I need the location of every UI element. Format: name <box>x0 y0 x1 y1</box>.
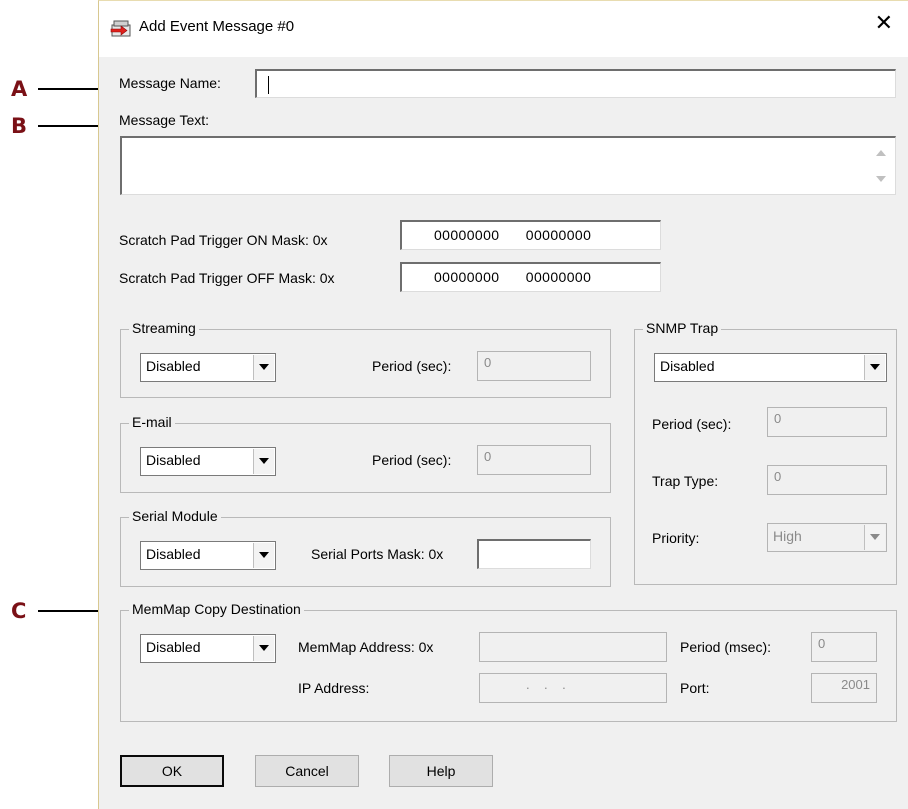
close-icon[interactable]: ✕ <box>875 13 893 35</box>
memmap-address-input[interactable] <box>479 632 667 662</box>
chevron-down-icon <box>259 552 269 558</box>
add-event-message-dialog: Add Event Message #0 ✕ Message Name: Mes… <box>98 0 908 809</box>
snmp-mode-value: Disabled <box>660 358 715 374</box>
chevron-down-icon <box>870 534 880 540</box>
email-mode-select[interactable]: Disabled <box>140 447 276 476</box>
memmap-period-value: 0 <box>818 636 826 651</box>
serial-dropdown-button[interactable] <box>253 543 274 568</box>
add-event-message-icon <box>110 20 131 37</box>
serial-module-group-title: Serial Module <box>129 508 221 524</box>
message-name-input[interactable] <box>255 69 896 98</box>
snmp-priority-dropdown-button[interactable] <box>864 525 885 550</box>
memmap-copy-group: MemMap Copy Destination <box>120 601 897 722</box>
scratch-pad-on-label: Scratch Pad Trigger ON Mask: 0x <box>119 232 328 248</box>
callout-b: B <box>11 114 28 138</box>
chevron-down-icon <box>259 364 269 370</box>
memmap-period-input[interactable]: 0 <box>811 632 877 662</box>
ok-button[interactable]: OK <box>120 755 224 787</box>
memmap-copy-group-title: MemMap Copy Destination <box>129 601 304 617</box>
streaming-period-label: Period (sec): <box>372 358 452 374</box>
memmap-mode-select[interactable]: Disabled <box>140 634 276 663</box>
streaming-group-title: Streaming <box>129 320 199 336</box>
snmp-trap-group-title: SNMP Trap <box>643 320 722 336</box>
snmp-period-input[interactable]: 0 <box>767 407 887 437</box>
ip-address-label: IP Address: <box>298 680 370 696</box>
chevron-down-icon <box>259 645 269 651</box>
snmp-trap-type-value: 0 <box>774 469 782 484</box>
scratch-pad-on-mask-value: 00000000 00000000 <box>434 227 592 243</box>
scratch-pad-on-mask-input[interactable]: 00000000 00000000 <box>400 220 661 250</box>
email-group-title: E-mail <box>129 414 175 430</box>
streaming-mode-select[interactable]: Disabled <box>140 353 276 382</box>
callout-c: C <box>11 599 27 623</box>
serial-ports-mask-input[interactable] <box>477 539 591 569</box>
scratch-pad-off-label: Scratch Pad Trigger OFF Mask: 0x <box>119 270 335 286</box>
snmp-period-label: Period (sec): <box>652 416 732 432</box>
email-period-input[interactable]: 0 <box>477 445 591 475</box>
message-name-label: Message Name: <box>119 75 221 91</box>
text-caret <box>268 76 269 94</box>
ip-address-value: . . . <box>526 677 566 692</box>
port-input[interactable]: 2001 <box>811 673 877 703</box>
email-mode-value: Disabled <box>146 452 201 468</box>
email-period-label: Period (sec): <box>372 452 452 468</box>
port-value: 2001 <box>841 677 870 692</box>
serial-mode-value: Disabled <box>146 546 201 562</box>
chevron-down-icon <box>259 458 269 464</box>
message-text-area[interactable] <box>120 136 896 195</box>
streaming-period-value: 0 <box>484 355 492 370</box>
chevron-down-icon <box>870 364 880 370</box>
help-button[interactable]: Help <box>389 755 493 787</box>
memmap-period-label: Period (msec): <box>680 639 772 655</box>
snmp-period-value: 0 <box>774 411 782 426</box>
cancel-button[interactable]: Cancel <box>255 755 359 787</box>
scroll-up-icon[interactable] <box>876 150 886 156</box>
snmp-priority-label: Priority: <box>652 530 700 546</box>
streaming-dropdown-button[interactable] <box>253 355 274 380</box>
memmap-dropdown-button[interactable] <box>253 636 274 661</box>
snmp-mode-select[interactable]: Disabled <box>654 353 887 382</box>
snmp-trap-type-input[interactable]: 0 <box>767 465 887 495</box>
scratch-pad-off-mask-input[interactable]: 00000000 00000000 <box>400 262 661 292</box>
snmp-priority-select[interactable]: High <box>767 523 887 552</box>
email-dropdown-button[interactable] <box>253 449 274 474</box>
snmp-priority-value: High <box>773 528 802 544</box>
streaming-period-input[interactable]: 0 <box>477 351 591 381</box>
port-label: Port: <box>680 680 710 696</box>
message-text-label: Message Text: <box>119 112 210 128</box>
callout-a: A <box>11 77 28 101</box>
snmp-trap-type-label: Trap Type: <box>652 473 719 489</box>
dialog-title: Add Event Message #0 <box>139 18 295 35</box>
ip-address-input[interactable]: . . . <box>479 673 667 703</box>
streaming-mode-value: Disabled <box>146 358 201 374</box>
email-period-value: 0 <box>484 449 492 464</box>
serial-ports-mask-label: Serial Ports Mask: 0x <box>311 546 444 562</box>
scratch-pad-off-mask-value: 00000000 00000000 <box>434 269 592 285</box>
memmap-address-label: MemMap Address: 0x <box>298 639 434 655</box>
serial-mode-select[interactable]: Disabled <box>140 541 276 570</box>
title-bar: Add Event Message #0 ✕ <box>99 1 908 57</box>
snmp-dropdown-button[interactable] <box>864 355 885 380</box>
memmap-mode-value: Disabled <box>146 639 201 655</box>
scroll-down-icon[interactable] <box>876 176 886 182</box>
